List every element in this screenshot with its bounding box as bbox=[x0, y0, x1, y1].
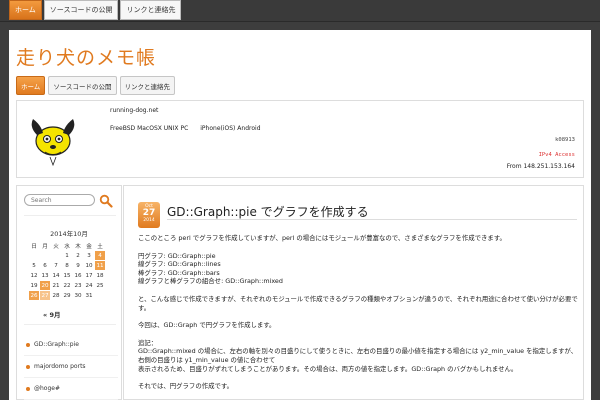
recent-posts-list: GD::Graph::pie majordomo ports @hoge# bbox=[24, 334, 118, 400]
divider bbox=[24, 215, 116, 216]
calendar-weekday: 月 bbox=[42, 243, 48, 250]
top-nav-links-contact[interactable]: リンクと連絡先 bbox=[120, 0, 182, 20]
search-input[interactable] bbox=[25, 195, 94, 205]
sub-nav-links-contact[interactable]: リンクと連絡先 bbox=[119, 76, 175, 95]
recent-post-label: majordomo ports bbox=[34, 363, 86, 370]
calendar: 日月火水木金土 1 2 3 4 5 6 7 8 9 10 11 12 13 14 15 16 17 18 19 20 2… bbox=[28, 240, 106, 301]
sub-nav-source-code[interactable]: ソースコードの公開 bbox=[48, 76, 117, 95]
calendar-day: 3 bbox=[87, 252, 91, 259]
calendar-day[interactable]: 4 bbox=[95, 251, 105, 260]
calendar-day: 9 bbox=[76, 262, 80, 269]
page-container: 走り犬のメモ帳 ホーム ソースコードの公開 リンクと連絡先 running-do… bbox=[9, 30, 591, 400]
calendar-day: 2 bbox=[76, 252, 80, 259]
calendar-weekday: 水 bbox=[64, 243, 70, 250]
recent-post-label: @hoge# bbox=[34, 385, 61, 392]
divider bbox=[167, 219, 577, 220]
header-tag: FreeBSD MacOSX UNIX PC bbox=[110, 125, 189, 132]
calendar-day[interactable]: 11 bbox=[95, 261, 105, 270]
calendar-week: 5 6 7 8 9 10 11 bbox=[29, 261, 105, 270]
bullet-icon bbox=[26, 342, 30, 347]
calendar-day: 15 bbox=[63, 272, 71, 279]
calendar-day: 23 bbox=[74, 282, 82, 289]
calendar-day: 31 bbox=[85, 292, 93, 299]
calendar-prev-month-link[interactable]: « 9月 bbox=[43, 309, 61, 319]
header-code: k08913 bbox=[555, 137, 575, 143]
sidebar: 2014年10月 日月火水木金土 12345678910111213141516… bbox=[16, 185, 122, 400]
divider bbox=[24, 324, 116, 325]
calendar-weekday: 土 bbox=[97, 243, 103, 250]
post-date-day: 27 bbox=[142, 208, 156, 218]
post-article: Oct 27 2014 GD::Graph::pie でグラフを作成する ここの… bbox=[123, 185, 584, 400]
calendar-day: 12 bbox=[30, 272, 38, 279]
sub-nav-home[interactable]: ホーム bbox=[16, 76, 46, 95]
dog-logo-icon bbox=[31, 119, 75, 167]
calendar-day: 8 bbox=[65, 262, 69, 269]
calendar-week: 1234 bbox=[29, 251, 105, 260]
calendar-day: 17 bbox=[85, 272, 93, 279]
recent-post-item[interactable]: majordomo ports bbox=[24, 356, 118, 378]
top-nav-source-code[interactable]: ソースコードの公開 bbox=[43, 0, 119, 20]
header-tags: FreeBSD MacOSX UNIX PC iPhone(iOS) Andro… bbox=[110, 125, 261, 132]
post-date-year: 2014 bbox=[143, 218, 155, 223]
calendar-day: 30 bbox=[74, 292, 82, 299]
recent-post-item[interactable]: @hoge# bbox=[24, 378, 118, 400]
calendar-day: 19 bbox=[30, 282, 38, 289]
post-date-badge: Oct 27 2014 bbox=[138, 202, 160, 228]
calendar-title: 2014年10月 bbox=[50, 230, 88, 238]
header-site-name: running-dog.net bbox=[110, 107, 159, 114]
calendar-day: 10 bbox=[85, 262, 93, 269]
calendar-weekday: 日 bbox=[31, 243, 37, 250]
top-nav-home[interactable]: ホーム bbox=[9, 0, 42, 20]
calendar-empty-cell bbox=[40, 251, 50, 260]
calendar-day: 28 bbox=[52, 292, 60, 299]
calendar-day: 21 bbox=[52, 282, 60, 289]
calendar-week: 26 27 28 29 30 31 bbox=[29, 291, 105, 300]
calendar-weekday: 火 bbox=[53, 243, 59, 250]
post-paragraph: それでは、円グラフの作成です。 bbox=[138, 382, 234, 391]
bullet-icon bbox=[26, 364, 30, 369]
header-banner: running-dog.net FreeBSD MacOSX UNIX PC i… bbox=[16, 100, 584, 178]
post-body: ここのところ perl でグラフを作成していますが、perl の場合にはモジュー… bbox=[138, 234, 578, 391]
header-from-ip: From 148.251.153.164 bbox=[506, 163, 575, 170]
calendar-day: 25 bbox=[96, 282, 104, 289]
calendar-day: 18 bbox=[96, 272, 104, 279]
top-bar: ホーム ソースコードの公開 リンクと連絡先 bbox=[0, 0, 600, 22]
calendar-week: 12 13 14 15 16 17 18 bbox=[29, 271, 105, 280]
post-paragraph: ここのところ perl でグラフを作成していますが、perl の場合にはモジュー… bbox=[138, 234, 506, 242]
calendar-week: 19 20 21 22 23 24 25 bbox=[29, 281, 105, 290]
calendar-day: 6 bbox=[43, 262, 47, 269]
calendar-day: 14 bbox=[52, 272, 60, 279]
header-red-text: IPv4 Access bbox=[538, 152, 575, 158]
recent-post-label: GD::Graph::pie bbox=[34, 341, 79, 348]
calendar-day: 7 bbox=[54, 262, 58, 269]
site-title[interactable]: 走り犬のメモ帳 bbox=[16, 43, 156, 70]
post-paragraph: 円グラフ: GD::Graph::pie 線グラフ: GD::Graph::li… bbox=[138, 251, 283, 286]
post-paragraph: と、こんな感じで作成できますが、それぞれのモジュールで作成できるグラフの種類やオ… bbox=[138, 294, 578, 312]
post-paragraph: 追記： GD::Graph::mixed の場合に、左右の軸を別々の目盛りにして… bbox=[138, 338, 578, 373]
recent-post-item[interactable]: GD::Graph::pie bbox=[24, 334, 118, 356]
calendar-day: 16 bbox=[74, 272, 82, 279]
calendar-day: 29 bbox=[63, 292, 71, 299]
calendar-empty-cell bbox=[29, 251, 39, 260]
calendar-weekday: 金 bbox=[86, 243, 92, 250]
calendar-day: 5 bbox=[32, 262, 36, 269]
search-icon[interactable] bbox=[99, 194, 113, 208]
calendar-weekday: 木 bbox=[75, 243, 81, 250]
sub-nav: ホーム ソースコードの公開 リンクと連絡先 bbox=[16, 76, 175, 95]
post-title[interactable]: GD::Graph::pie でグラフを作成する bbox=[167, 203, 369, 220]
top-nav: ホーム ソースコードの公開 リンクと連絡先 bbox=[9, 0, 182, 20]
calendar-day: 13 bbox=[41, 272, 49, 279]
calendar-day[interactable]: 26 bbox=[29, 291, 39, 300]
bullet-icon bbox=[26, 386, 30, 391]
calendar-day[interactable]: 27 bbox=[40, 291, 50, 300]
calendar-day: 22 bbox=[63, 282, 71, 289]
search-box bbox=[24, 194, 95, 206]
calendar-day: 24 bbox=[85, 282, 93, 289]
post-paragraph: 今回は、GD::Graph で円グラフを作成します。 bbox=[138, 321, 276, 330]
calendar-empty-cell bbox=[95, 291, 105, 300]
calendar-empty-cell bbox=[51, 251, 61, 260]
header-tag: iPhone(iOS) Android bbox=[200, 125, 261, 132]
calendar-day: 1 bbox=[65, 252, 69, 259]
calendar-day[interactable]: 20 bbox=[40, 281, 50, 290]
